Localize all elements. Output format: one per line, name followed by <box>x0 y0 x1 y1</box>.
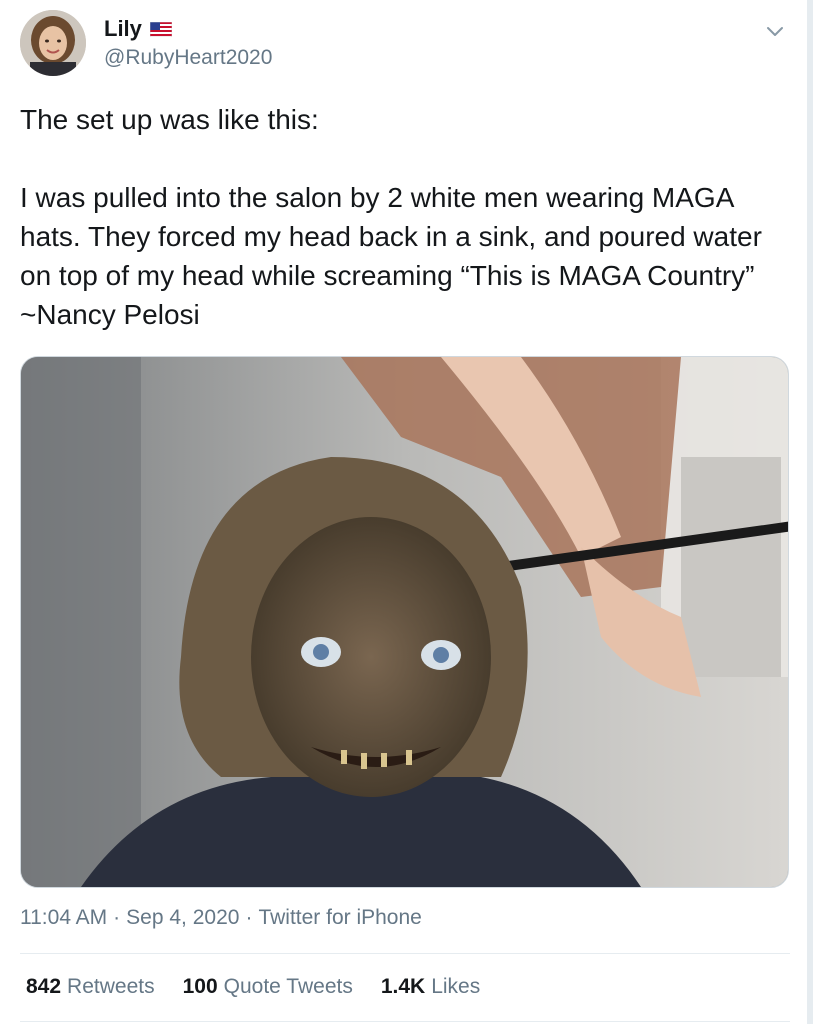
tweet-source[interactable]: Twitter for iPhone <box>258 906 421 930</box>
quote-tweets-count: 100 <box>182 975 218 998</box>
us-flag-icon <box>149 21 172 37</box>
quote-tweets-stat[interactable]: 100 Quote Tweets <box>183 975 353 999</box>
divider <box>20 1021 790 1022</box>
divider <box>20 953 790 954</box>
tweet-text: The set up was like this: I was pulled i… <box>20 100 790 334</box>
tweet-date[interactable]: Sep 4, 2020 <box>126 906 239 930</box>
tweet-paragraph: I was pulled into the salon by 2 white m… <box>20 182 762 330</box>
user-handle[interactable]: @RubyHeart2020 <box>104 46 272 70</box>
likes-label: Likes <box>431 975 481 998</box>
tweet-meta: 11:04 AM · Sep 4, 2020 · Twitter for iPh… <box>20 906 422 930</box>
tweet-media-image[interactable] <box>20 356 789 888</box>
likes-stat[interactable]: 1.4K Likes <box>381 975 480 999</box>
name-row: Lily <box>104 16 172 42</box>
retweets-label: Retweets <box>67 975 155 998</box>
tweet-header: Lily @RubyHeart2020 <box>20 10 790 80</box>
avatar[interactable] <box>20 10 86 76</box>
tweet-time[interactable]: 11:04 AM <box>20 906 107 930</box>
chevron-down-icon[interactable] <box>764 20 786 42</box>
retweets-count: 842 <box>26 975 62 998</box>
meta-separator: · <box>245 906 253 929</box>
likes-count: 1.4K <box>380 975 426 998</box>
display-name[interactable]: Lily <box>104 16 142 42</box>
retweets-stat[interactable]: 842 Retweets <box>26 975 155 999</box>
right-border <box>807 0 813 1024</box>
meta-separator: · <box>113 906 121 929</box>
quote-tweets-label: Quote Tweets <box>223 975 353 998</box>
tweet-stats: 842 Retweets 100 Quote Tweets 1.4K Likes <box>26 975 480 999</box>
tweet-paragraph: The set up was like this: <box>20 104 319 135</box>
